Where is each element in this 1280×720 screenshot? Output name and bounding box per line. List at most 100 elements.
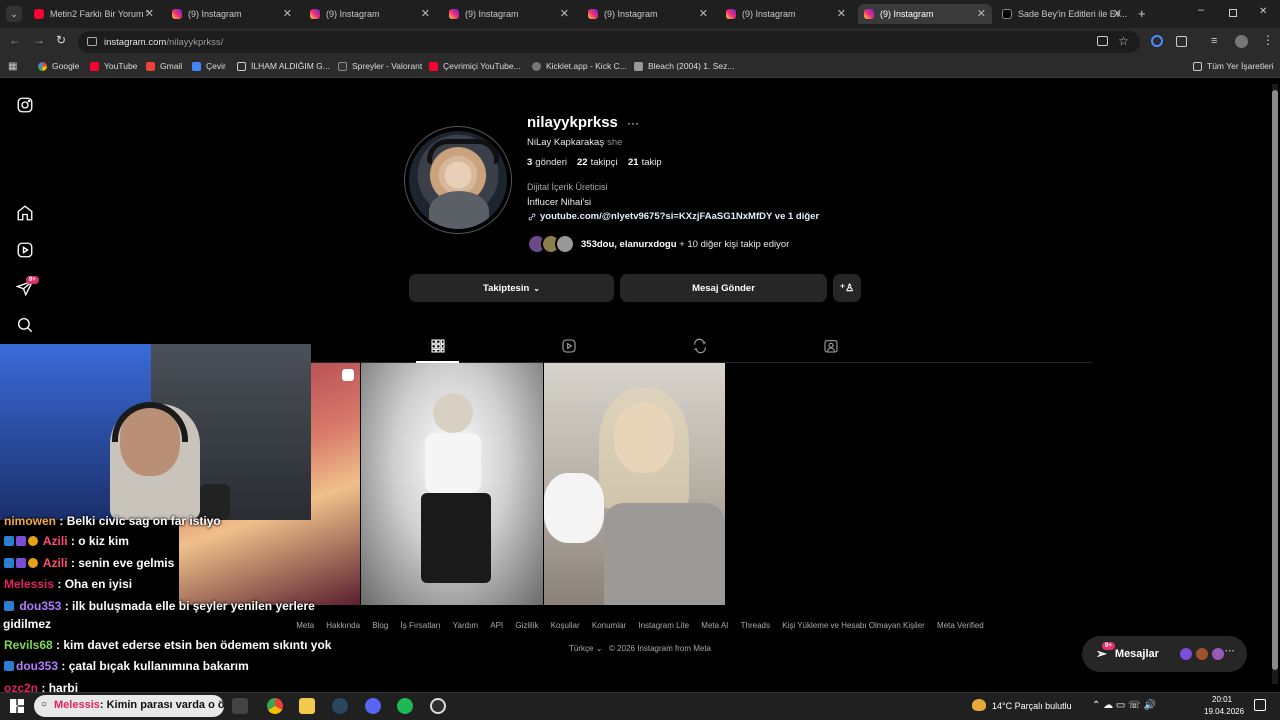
taskbar-search[interactable]: ○ Melessis: Kimin parası varda o ödesin … xyxy=(34,695,224,717)
tray-icons[interactable]: ⌃ ☁ ▭ ☏ 🔊 xyxy=(1092,700,1156,711)
url-field[interactable]: instagram.com/nilayykprkss/ ☆ xyxy=(78,31,1140,53)
message-avatar xyxy=(1196,648,1208,660)
tagged-tab[interactable] xyxy=(823,338,839,354)
obs-icon[interactable] xyxy=(430,698,446,714)
reels-icon[interactable] xyxy=(16,241,34,259)
scrollbar-thumb[interactable] xyxy=(1272,90,1278,670)
steam-icon[interactable] xyxy=(332,698,348,714)
footer-link[interactable]: Yardım xyxy=(453,621,478,630)
install-app-icon[interactable] xyxy=(1097,36,1108,46)
browser-tab[interactable]: (9) Instagram ✕ xyxy=(584,4,714,24)
url-host: instagram.com xyxy=(104,36,167,48)
file-explorer-icon[interactable] xyxy=(299,698,315,714)
bookmark-folder[interactable]: İLHAM ALDIĞIM G... xyxy=(237,61,330,71)
bookmark-valorant[interactable]: Spreyler - Valorant xyxy=(338,61,422,71)
more-options-icon[interactable]: ··· xyxy=(627,116,639,130)
posts-grid-tab[interactable] xyxy=(430,338,446,354)
forward-icon[interactable]: → xyxy=(33,33,45,47)
message-button[interactable]: Mesaj Gönder xyxy=(620,274,827,302)
footer-link[interactable]: Meta xyxy=(296,621,314,630)
followed-by[interactable]: 353dou, elanurxdogu + 10 diğer kişi taki… xyxy=(527,234,789,254)
close-tab-icon[interactable]: ✕ xyxy=(977,7,986,20)
footer-link[interactable]: Threads xyxy=(741,621,770,630)
profile-link[interactable]: youtube.com/@nlyetv9675?si=KXzjFAaSG1NxM… xyxy=(527,211,819,222)
footer-link[interactable]: Meta AI xyxy=(701,621,728,630)
close-window-icon[interactable]: ✕ xyxy=(1259,6,1267,17)
person-figure xyxy=(425,433,481,493)
messages-pill[interactable]: ➢ 9+ Mesajlar ··· xyxy=(1082,636,1247,672)
browser-tab[interactable]: (9) Instagram ✕ xyxy=(306,4,436,24)
page-scrollbar[interactable] xyxy=(1272,84,1278,684)
close-tab-icon[interactable]: ✕ xyxy=(837,7,846,20)
close-tab-icon[interactable]: ✕ xyxy=(699,7,708,20)
bookmark-youtube[interactable]: YouTube xyxy=(90,61,137,71)
close-tab-icon[interactable]: ✕ xyxy=(145,7,154,20)
close-tab-icon[interactable]: ✕ xyxy=(421,7,430,20)
footer-link[interactable]: İş Fırsatları xyxy=(401,621,441,630)
restore-icon[interactable] xyxy=(1229,9,1237,17)
instagram-icon xyxy=(588,9,598,19)
badge-icon xyxy=(4,558,14,568)
reels-tab[interactable] xyxy=(561,338,577,354)
followers-stat[interactable]: 22 takipçi xyxy=(577,157,618,168)
close-tab-icon[interactable]: ✕ xyxy=(1113,7,1122,20)
following-button[interactable]: Takiptesin ⌄ xyxy=(409,274,614,302)
bookmark-translate[interactable]: Çevir xyxy=(192,61,226,71)
instagram-logo-icon[interactable] xyxy=(16,96,34,114)
footer-link[interactable]: API xyxy=(490,621,503,630)
bookmark-youtube-online[interactable]: Çevrimiçi YouTube... xyxy=(429,61,521,71)
footer-link[interactable]: Kişi Yükleme ve Hesabı Olmayan Kişiler xyxy=(782,621,925,630)
following-stat[interactable]: 21 takip xyxy=(628,157,662,168)
clock-time[interactable]: 20:01 xyxy=(1212,695,1232,704)
footer-link[interactable]: Hakkında xyxy=(326,621,360,630)
weather-text[interactable]: 14°C Parçalı bulutlu xyxy=(992,701,1072,711)
profile-icon[interactable] xyxy=(1235,35,1248,48)
bookmark-google[interactable]: Google xyxy=(38,61,79,71)
profile-avatar[interactable] xyxy=(404,126,512,234)
language-select[interactable]: Türkçe ⌄ xyxy=(569,644,602,653)
tab-list-icon[interactable]: ≡ xyxy=(1211,35,1217,47)
back-icon[interactable]: ← xyxy=(9,33,21,47)
browser-tab[interactable]: (9) Instagram ✕ xyxy=(168,4,298,24)
post-thumbnail[interactable] xyxy=(544,363,725,605)
footer-link[interactable]: Koşullar xyxy=(551,621,580,630)
close-tab-icon[interactable]: ✕ xyxy=(283,7,292,20)
all-bookmarks[interactable]: Tüm Yer İşaretleri xyxy=(1193,61,1274,71)
footer-link[interactable]: Meta Verified xyxy=(937,621,984,630)
browser-tab[interactable]: Metin2 Farklı Bir Yorum " ✕ xyxy=(30,4,160,24)
browser-tab[interactable]: (9) Instagram ✕ xyxy=(722,4,852,24)
browser-tab-active[interactable]: (9) Instagram ✕ xyxy=(858,4,992,24)
footer-link[interactable]: Instagram Lite xyxy=(638,621,689,630)
reposts-tab[interactable] xyxy=(692,338,708,354)
apps-grid-icon[interactable]: ▦ xyxy=(8,61,17,72)
bookmark-bleach[interactable]: Bleach (2004) 1. Sez... xyxy=(634,61,734,71)
spotify-icon[interactable] xyxy=(397,698,413,714)
bookmark-gmail[interactable]: Gmail xyxy=(146,61,182,71)
site-info-icon[interactable] xyxy=(87,37,97,46)
browser-tab[interactable]: Sade Bey'in Editleri ile Ev... ✕ xyxy=(998,4,1128,24)
extension-icon[interactable] xyxy=(1151,35,1163,47)
tab-search-icon[interactable]: ⌄ xyxy=(6,6,22,22)
reload-icon[interactable]: ↻ xyxy=(56,33,66,47)
close-tab-icon[interactable]: ✕ xyxy=(560,7,569,20)
bookmark-star-icon[interactable]: ☆ xyxy=(1118,34,1129,48)
task-view-icon[interactable] xyxy=(232,698,248,714)
puzzle-icon[interactable] xyxy=(1176,36,1187,47)
suggest-user-button[interactable]: ⁺♙ xyxy=(833,274,861,302)
footer-link[interactable]: Konumlar xyxy=(592,621,626,630)
notifications-icon[interactable] xyxy=(1254,699,1266,711)
browser-tab[interactable]: (9) Instagram ✕ xyxy=(445,4,575,24)
discord-icon[interactable] xyxy=(365,698,381,714)
post-thumbnail[interactable] xyxy=(361,363,543,605)
weather-icon[interactable] xyxy=(972,699,986,711)
home-icon[interactable] xyxy=(16,204,34,222)
new-tab-icon[interactable]: + xyxy=(1138,6,1146,21)
clock-date[interactable]: 19.04.2026 xyxy=(1204,707,1244,716)
footer-link[interactable]: Blog xyxy=(372,621,388,630)
footer-link[interactable]: Gizlilik xyxy=(515,621,538,630)
menu-icon[interactable]: ⋮ xyxy=(1262,33,1274,47)
search-icon[interactable] xyxy=(16,316,34,334)
bookmark-kicklet[interactable]: Kicklet.app - Kick C... xyxy=(532,61,627,71)
chrome-icon[interactable] xyxy=(267,698,283,714)
minimize-icon[interactable]: – xyxy=(1198,4,1204,16)
